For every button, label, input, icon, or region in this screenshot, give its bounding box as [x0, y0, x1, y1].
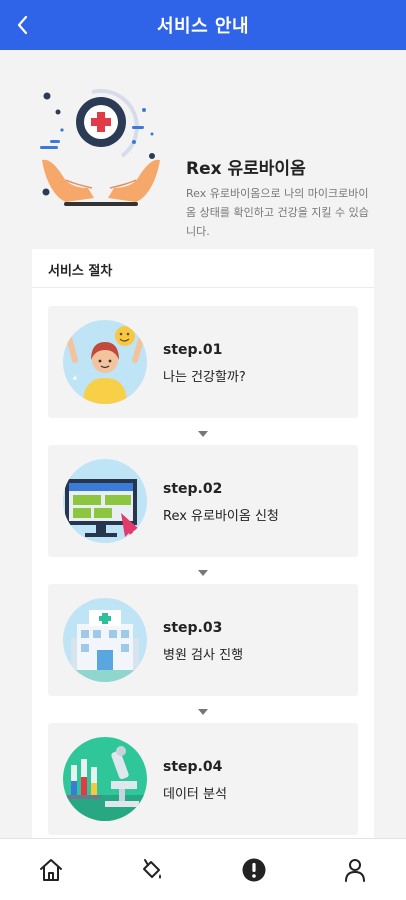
- intro-title: Rex 유로바이옴: [186, 159, 306, 179]
- medical-hands-illustration: [40, 88, 160, 206]
- nav-profile[interactable]: [340, 855, 370, 885]
- step-3-description: 병원 검사 진행: [163, 648, 244, 663]
- step-1-label: step.01: [163, 342, 223, 358]
- step-1-illustration: [63, 320, 147, 404]
- step-card-1[interactable]: step.01 나는 건강할까?: [48, 306, 358, 418]
- paint-bucket-icon: [143, 859, 161, 879]
- step-3-label: step.03: [163, 620, 223, 636]
- service-procedure-panel: 서비스 절차 step.01 나는 건강할까? step.02 Rex 유로바이…: [32, 249, 374, 849]
- app-header: 서비스 안내: [0, 0, 406, 50]
- step-3-illustration: [63, 598, 147, 682]
- step-4-illustration: [63, 737, 147, 821]
- intro-description: Rex 유로바이옴으로 나의 마이크로바이옴 상태를 확인하고 건강을 지킬 수…: [186, 187, 369, 238]
- divider: [32, 287, 374, 288]
- step-4-description: 데이터 분석: [163, 787, 227, 802]
- down-arrow-icon: [198, 709, 208, 715]
- home-icon: [40, 859, 62, 881]
- step-2-illustration: [63, 459, 147, 543]
- nav-home[interactable]: [36, 855, 66, 885]
- step-2-label: step.02: [163, 481, 223, 497]
- chevron-left-icon: [17, 15, 28, 35]
- person-icon: [345, 859, 365, 882]
- intro-section: Rex 유로바이옴 Rex 유로바이옴으로 나의 마이크로바이옴 상태를 확인하…: [0, 50, 406, 250]
- back-button[interactable]: [8, 10, 38, 40]
- step-card-4[interactable]: step.04 데이터 분석: [48, 723, 358, 835]
- bottom-navigation: [0, 838, 406, 900]
- step-card-3[interactable]: step.03 병원 검사 진행: [48, 584, 358, 696]
- page-title: 서비스 안내: [156, 16, 250, 37]
- nav-paint[interactable]: [137, 855, 167, 885]
- down-arrow-icon: [198, 431, 208, 437]
- down-arrow-icon: [198, 570, 208, 576]
- step-4-label: step.04: [163, 759, 223, 775]
- step-2-description: Rex 유로바이옴 신청: [163, 509, 279, 524]
- step-card-2[interactable]: step.02 Rex 유로바이옴 신청: [48, 445, 358, 557]
- procedure-title: 서비스 절차: [48, 264, 113, 279]
- step-1-description: 나는 건강할까?: [163, 370, 246, 385]
- exclamation-icon: [242, 858, 266, 882]
- nav-service-info[interactable]: [239, 855, 269, 885]
